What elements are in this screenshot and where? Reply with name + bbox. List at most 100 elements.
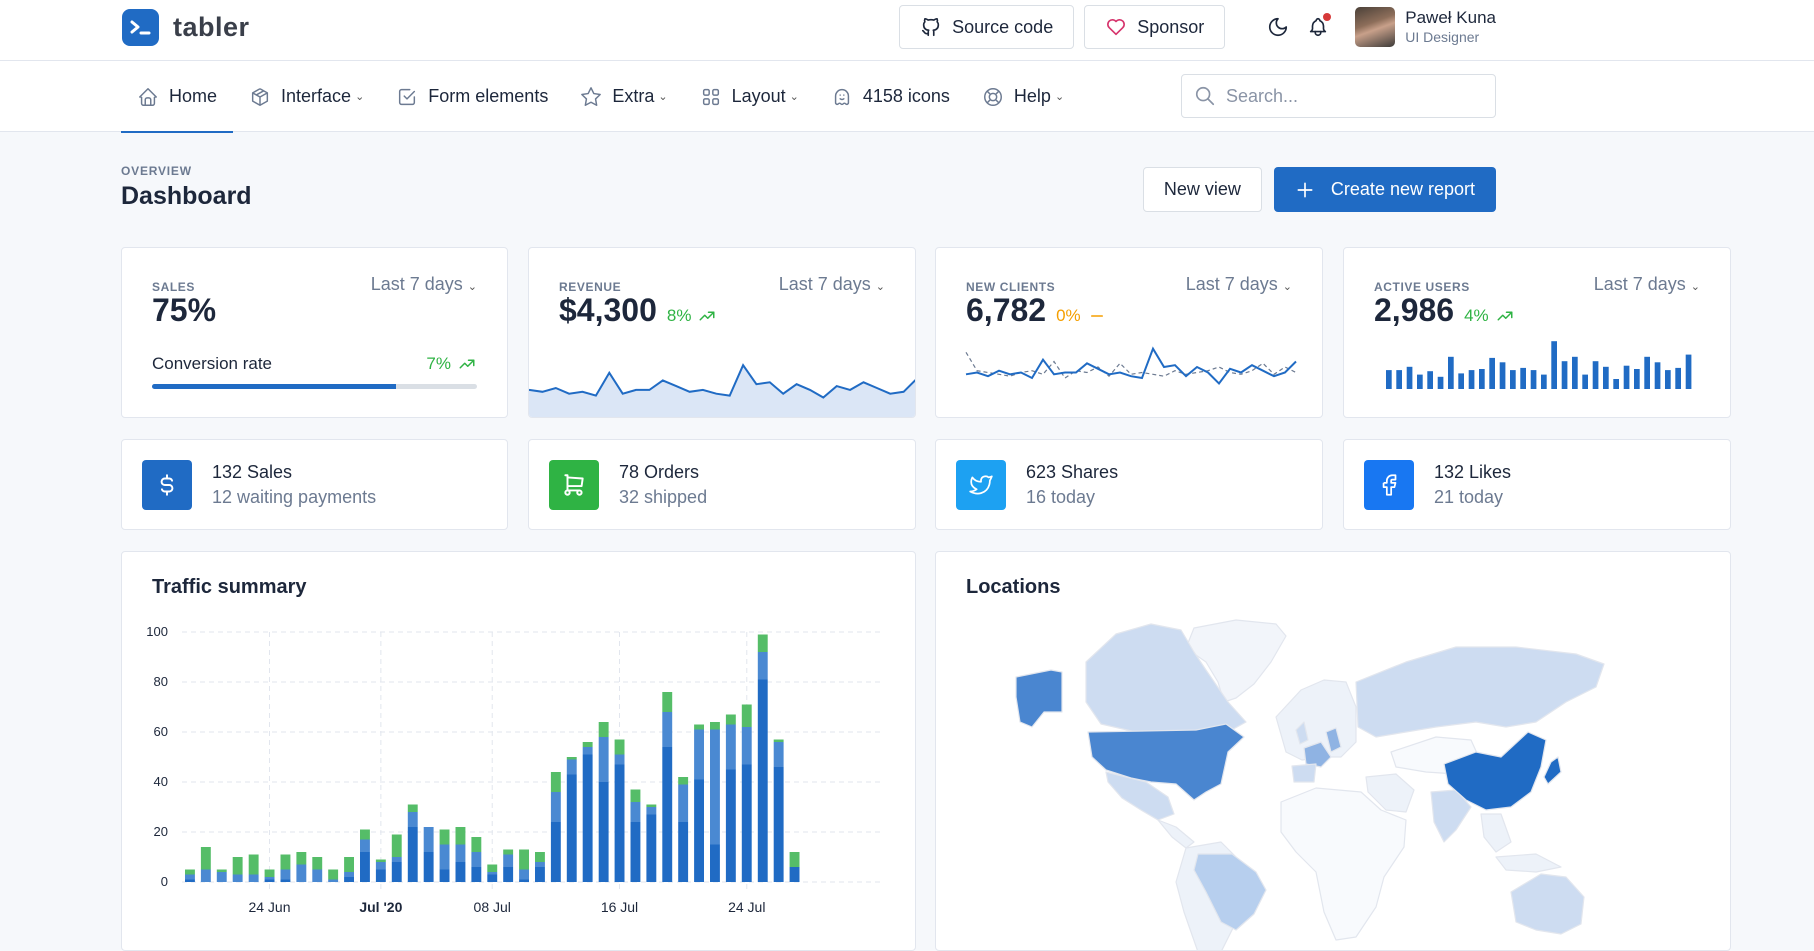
github-icon [922,17,940,37]
nav-item-icons[interactable]: 4158 icons [815,61,966,132]
minus-icon [1090,315,1103,317]
traffic-bar-segment [375,862,386,870]
heart-icon [1107,19,1126,36]
mini-title: 132 Likes [1434,461,1512,482]
traffic-bar-segment [471,837,482,852]
active-users-bar [1427,371,1433,389]
traffic-bar-segment [360,839,370,852]
search-box[interactable] [1181,74,1496,118]
traffic-bar-segment [503,854,514,867]
traffic-bar-segment [328,869,339,880]
map-region-spain [1291,763,1317,783]
page-header: OVERVIEW Dashboard [121,164,252,211]
mini-title: 132 Sales [212,461,293,482]
search-icon [1195,86,1215,106]
ghost-icon [834,88,849,105]
traffic-bar-segment [582,747,593,755]
trend-indicator: 4% [1464,306,1515,326]
chevron-down-icon: ⌄ [467,281,477,293]
traffic-bar-segment [773,767,784,882]
user-menu[interactable]: Paweł Kuna UI Designer [1355,7,1496,47]
nav-item-help[interactable]: Help ⌄ [966,61,1080,132]
range-dropdown[interactable]: Last 7 days ⌄ [1594,274,1700,295]
mini-subtitle: 16 today [1026,486,1096,507]
map-region-russia [1355,646,1605,738]
traffic-bar-segment [391,862,402,882]
traffic-bar-segment [662,692,673,712]
chevron-down-icon: ⌄ [658,91,668,103]
nav-label: Interface [281,86,352,106]
plus-icon [1297,182,1313,197]
chevron-down-icon: ⌄ [875,281,885,293]
traffic-bar-segment [407,804,418,812]
active-users-bar [1623,365,1630,389]
sponsor-button[interactable]: Sponsor [1084,5,1226,49]
traffic-bar-segment [646,804,657,807]
new-view-button[interactable]: New view [1142,167,1262,212]
traffic-bar-segment [757,679,768,882]
create-report-label: Create new report [1330,179,1475,199]
nav-item-form-elements[interactable]: Form elements [380,61,564,132]
active-users-bar [1458,373,1464,389]
y-tick-label: 0 [161,874,168,889]
checkbox-icon [399,88,416,105]
active-users-bar [1634,369,1640,389]
nav-item-interface[interactable]: Interface ⌄ [233,61,380,132]
traffic-bar-segment [566,774,577,882]
traffic-bar-segment [694,724,704,730]
x-tick-label: 08 Jul [474,899,511,915]
traffic-bar-segment [710,844,720,882]
sales-card: SALES Last 7 days ⌄ 75% Conversion rate … [121,247,508,418]
conversion-label: Conversion rate [152,354,273,373]
traffic-bar-segment [216,872,227,882]
new-clients-sparkline [965,346,1297,386]
traffic-bar-segment [360,829,370,840]
traffic-bar-segment [312,869,323,882]
sparkline-area [529,365,915,417]
nav-item-extra[interactable]: Extra ⌄ [564,61,683,132]
range-dropdown[interactable]: Last 7 days ⌄ [1186,274,1292,295]
range-dropdown[interactable]: Last 7 days ⌄ [779,274,885,295]
traffic-bar-segment [503,849,514,855]
traffic-bar-segment [391,834,402,857]
dark-mode-toggle[interactable] [1263,12,1293,42]
brand-logo[interactable]: tabler [122,9,250,46]
active-users-bar [1499,362,1506,389]
source-code-button[interactable]: Source code [899,5,1075,49]
x-tick-label: 24 Jun [248,899,290,915]
active-users-bar [1613,379,1619,389]
chevron-down-icon: ⌄ [789,91,799,103]
traffic-bar-segment [487,874,498,882]
map-region-japan [1543,756,1562,785]
traffic-bar-segment [582,742,593,747]
trend-indicator: 0% [1056,306,1107,326]
topbar: tabler Source code Sponsor Paweł Kuna UI… [0,0,1814,61]
nav-label: Extra [612,86,655,106]
traffic-bar-segment [407,812,418,827]
revenue-card: REVENUE Last 7 days ⌄ $4,300 8% [528,247,916,418]
kpi-value: 2,986 4% [1374,292,1515,329]
traffic-bar-segment [280,879,291,882]
create-report-button[interactable]: Create new report [1273,167,1496,212]
mini-subtitle: 21 today [1434,486,1504,507]
map-region-australia [1510,873,1585,935]
traffic-bar-segment [535,862,545,867]
notifications-button[interactable] [1303,12,1333,42]
traffic-bar-segment [550,792,561,822]
nav-label: 4158 icons [862,86,950,106]
traffic-bar-segment [519,849,529,870]
active-users-bar [1479,369,1485,389]
active-users-bar [1386,370,1392,389]
active-users-bar [1551,341,1557,389]
traffic-bar-segment [455,844,466,862]
nav-item-home[interactable]: Home [121,61,234,133]
y-tick-label: 100 [146,624,168,639]
range-dropdown[interactable]: Last 7 days ⌄ [371,274,477,295]
traffic-bar-segment [185,879,195,882]
search-input[interactable] [1226,85,1476,107]
mini-card-shares: 623 Shares 16 today [935,439,1323,530]
traffic-bar-segment [678,822,689,882]
shopping-cart-icon [549,459,599,510]
nav-item-layout[interactable]: Layout ⌄ [684,61,815,132]
active-users-bar [1396,370,1402,389]
